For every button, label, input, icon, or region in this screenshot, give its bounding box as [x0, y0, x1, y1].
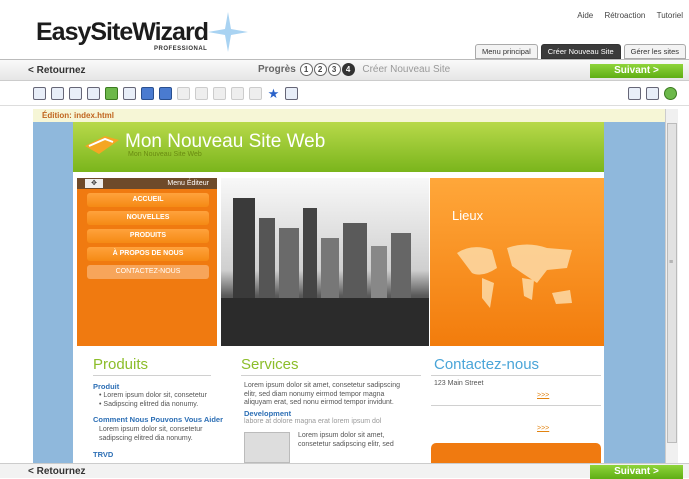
- more-link[interactable]: TRVD: [93, 450, 113, 459]
- step-1[interactable]: 1: [299, 63, 313, 76]
- site-content-sections: Produits Produit • Lorem ipsum dolor sit…: [73, 354, 604, 463]
- bullet-1: • Lorem ipsum dolor sit, consetetur: [99, 392, 207, 399]
- help-link[interactable]: Aide: [577, 11, 593, 20]
- bottom-nav-bar: < Retournez Suivant >: [0, 463, 689, 479]
- services-text: Lorem ipsum dolor sit amet, consetetur s…: [244, 382, 401, 406]
- development-link[interactable]: Development: [244, 409, 291, 418]
- sparkle-icon: [208, 12, 248, 52]
- help-icon[interactable]: [664, 87, 677, 100]
- form-icon[interactable]: [213, 87, 226, 100]
- text-icon[interactable]: [69, 87, 82, 100]
- menu-item-news[interactable]: NOUVELLES: [87, 211, 209, 225]
- favorite-icon[interactable]: ★: [267, 87, 280, 100]
- site-preview: Mon Nouveau Site Web Mon Nouveau Site We…: [73, 122, 604, 463]
- feedback-link[interactable]: Rétroaction: [604, 11, 645, 20]
- site-header: Mon Nouveau Site Web Mon Nouveau Site We…: [73, 122, 604, 172]
- logo: EasySiteWizard PROFESSIONAL: [36, 12, 256, 54]
- city-skyline-image[interactable]: [221, 178, 429, 346]
- help-text: Lorem ipsum dolor sit, consetetur sadips…: [99, 426, 203, 442]
- menu-item-home[interactable]: ACCUEIL: [87, 193, 209, 207]
- move-icon[interactable]: ✥: [85, 179, 103, 188]
- progress-title: Créer Nouveau Site: [362, 64, 451, 75]
- progress-label: Progrès: [258, 64, 296, 75]
- services-text-2: Lorem ipsum dolor sit amet, consetetur s…: [298, 432, 394, 448]
- site-title[interactable]: Mon Nouveau Site Web: [125, 131, 325, 153]
- bullet-2: • Sadipscing elitred dia nonumy.: [99, 400, 199, 408]
- menu-editor-bar: ✥ Menu Éditeur: [77, 178, 217, 189]
- preview-icon[interactable]: [628, 87, 641, 100]
- menu-item-products[interactable]: PRODUITS: [87, 229, 209, 243]
- new-page-icon[interactable]: [51, 87, 64, 100]
- service-thumbnail[interactable]: [244, 432, 290, 463]
- back-button-bottom[interactable]: < Retournez: [28, 466, 86, 477]
- contact-more-link-2[interactable]: >>>: [537, 425, 549, 432]
- code-icon[interactable]: [285, 87, 298, 100]
- tutorial-link[interactable]: Tutoriel: [657, 11, 683, 20]
- font-icon[interactable]: [177, 87, 190, 100]
- contact-address: 123 Main Street: [434, 380, 484, 387]
- save-icon[interactable]: [33, 87, 46, 100]
- menu-item-contact[interactable]: CONTACTEZ-NOUS: [87, 265, 209, 279]
- table-icon[interactable]: [87, 87, 100, 100]
- site-logo-icon: [85, 136, 119, 154]
- back-button[interactable]: < Retournez: [28, 65, 86, 76]
- skyline-graphic: [221, 198, 429, 346]
- services-heading[interactable]: Services: [241, 356, 299, 373]
- editor-canvas[interactable]: Édition: index.html ≡ Mon Nouveau Site W…: [33, 109, 678, 463]
- site-menu: ✥ Menu Éditeur ACCUEIL NOUVELLES PRODUIT…: [77, 178, 217, 346]
- contact-banner[interactable]: [431, 443, 601, 463]
- menu-editor-label[interactable]: Menu Éditeur: [167, 180, 209, 187]
- step-4-current: 4: [341, 63, 355, 76]
- product-bullets: • Lorem ipsum dolor sit, consetetur • Sa…: [99, 392, 229, 409]
- site-subtitle[interactable]: Mon Nouveau Site Web: [128, 151, 202, 158]
- step-3[interactable]: 3: [327, 63, 341, 76]
- products-heading[interactable]: Produits: [93, 356, 148, 373]
- product-link[interactable]: Produit: [93, 382, 119, 391]
- media-icon[interactable]: [123, 87, 136, 100]
- image-icon[interactable]: [105, 87, 118, 100]
- scroll-grip-icon: ≡: [669, 259, 674, 266]
- top-links: Aide Rétroaction Tutoriel: [568, 11, 683, 20]
- contact-heading[interactable]: Contactez-nous: [434, 356, 539, 373]
- unlink-icon[interactable]: [159, 87, 172, 100]
- link-icon[interactable]: [141, 87, 154, 100]
- menu-item-about[interactable]: À PROPOS DE NOUS: [87, 247, 209, 261]
- main-tabs: Menu principal Créer Nouveau Site Gérer …: [472, 44, 686, 59]
- list-icon[interactable]: [195, 87, 208, 100]
- logo-text: EasySiteWizard: [36, 18, 209, 46]
- vertical-scrollbar[interactable]: ≡: [665, 109, 678, 463]
- progress-indicator: Progrès 1234 Créer Nouveau Site: [258, 63, 450, 76]
- help-link-heading[interactable]: Comment Nous Pouvons Vous Aider: [93, 415, 223, 424]
- tab-create-site[interactable]: Créer Nouveau Site: [540, 44, 621, 59]
- editor-toolbar: ★: [0, 84, 689, 106]
- next-button[interactable]: Suivant >: [590, 64, 683, 78]
- logo-subtitle: PROFESSIONAL: [154, 46, 208, 52]
- tab-main-menu[interactable]: Menu principal: [474, 44, 538, 59]
- editing-file-label: Édition: index.html: [33, 109, 665, 122]
- scrollbar-thumb[interactable]: [667, 123, 677, 443]
- development-subtext: labore at dolore magna erat lorem ipsum …: [244, 418, 382, 425]
- locations-heading: Lieux: [452, 208, 484, 223]
- spell-icon[interactable]: [231, 87, 244, 100]
- print-icon[interactable]: [646, 87, 659, 100]
- world-map-icon: [457, 244, 572, 308]
- contact-more-link-1[interactable]: >>>: [537, 392, 549, 399]
- special-icon[interactable]: [249, 87, 262, 100]
- step-2[interactable]: 2: [313, 63, 327, 76]
- next-button-bottom[interactable]: Suivant >: [590, 465, 683, 479]
- wizard-nav-bar: < Retournez Progrès 1234 Créer Nouveau S…: [0, 59, 689, 81]
- locations-panel[interactable]: Lieux: [430, 178, 604, 346]
- tab-manage-sites[interactable]: Gérer les sites: [623, 44, 686, 59]
